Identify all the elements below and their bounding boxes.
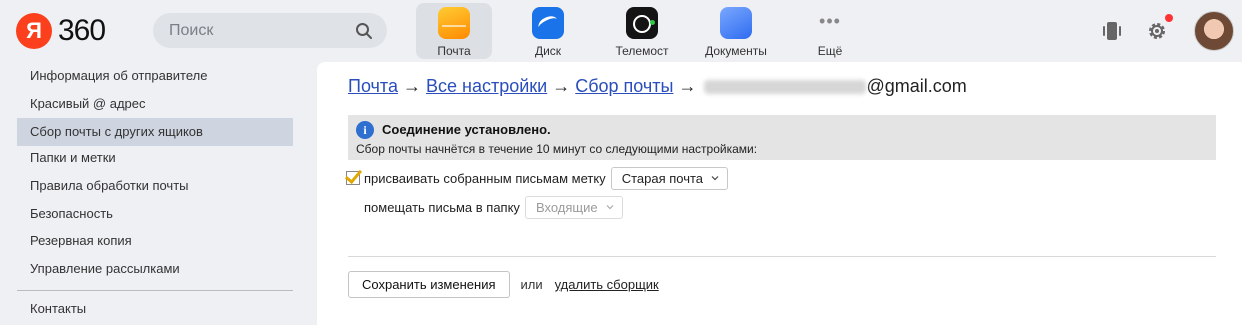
search-box[interactable] bbox=[153, 13, 387, 48]
avatar[interactable] bbox=[1194, 11, 1234, 51]
folder-setting-row: помещать письма в папку Входящие bbox=[364, 195, 623, 219]
breadcrumb-arrow: → bbox=[678, 76, 697, 96]
search-input[interactable] bbox=[169, 21, 349, 40]
folder-select-value: Входящие bbox=[535, 199, 598, 215]
label-select[interactable]: Старая почта bbox=[610, 166, 729, 190]
sidebar-item-backup[interactable]: Резервная копия bbox=[17, 227, 293, 255]
notice-text: Сбор почты начнётся в течение 10 минут с… bbox=[356, 142, 758, 156]
app-telemost[interactable]: Телемост bbox=[604, 3, 680, 59]
app-mail[interactable]: Почта bbox=[416, 3, 492, 59]
label-select-value: Старая почта bbox=[621, 170, 704, 186]
sidebar-item-security[interactable]: Безопасность bbox=[17, 200, 293, 228]
main-panel: Почта → Все настройки → Сбор почты → @gmail.co… bbox=[317, 62, 1242, 325]
sidebar-item-sender-info[interactable]: Информация об отправителе bbox=[17, 62, 293, 90]
top-header: Я 360 Почта Диск Телемост Документы ••• … bbox=[0, 0, 1242, 62]
app-label: Документы bbox=[705, 44, 767, 58]
documents-icon bbox=[720, 7, 752, 39]
folder-select[interactable]: Входящие bbox=[524, 195, 623, 219]
logo-text: 360 bbox=[58, 14, 106, 47]
status-notice: i Соединение установлено. Сбор почты нач… bbox=[348, 115, 1216, 160]
assign-label-checkbox[interactable] bbox=[346, 171, 360, 185]
app-more[interactable]: ••• Ещё bbox=[792, 3, 868, 59]
breadcrumb: Почта → Все настройки → Сбор почты → @gmail.co… bbox=[348, 76, 967, 97]
app-documents[interactable]: Документы bbox=[698, 3, 774, 59]
folder-option-text: помещать письма в папку bbox=[364, 199, 520, 215]
breadcrumb-collection-link[interactable]: Сбор почты bbox=[575, 76, 673, 96]
app-label: Ещё bbox=[817, 44, 843, 58]
breadcrumb-arrow: → bbox=[402, 76, 421, 96]
app-label: Почта bbox=[437, 44, 471, 58]
app-disk[interactable]: Диск bbox=[510, 3, 586, 59]
gear-icon[interactable] bbox=[1146, 20, 1168, 42]
sidebar-item-subscriptions[interactable]: Управление рассылками bbox=[17, 255, 293, 283]
sidebar-item-mail-rules[interactable]: Правила обработки почты bbox=[17, 172, 293, 200]
info-icon: i bbox=[356, 121, 374, 139]
assign-label-text: присваивать собранным письмам метку bbox=[364, 170, 606, 186]
label-setting-row: присваивать собранным письмам метку Стар… bbox=[346, 166, 729, 190]
email-domain: @gmail.com bbox=[866, 76, 967, 96]
sidebar-item-beautiful-address[interactable]: Красивый @ адрес bbox=[17, 90, 293, 118]
more-dots-icon: ••• bbox=[819, 11, 841, 31]
chevron-down-icon bbox=[606, 205, 614, 210]
breadcrumb-all-settings-link[interactable]: Все настройки bbox=[426, 76, 547, 96]
notice-title: Соединение установлено. bbox=[382, 122, 551, 137]
phone-icon[interactable] bbox=[1102, 21, 1122, 41]
telemost-icon bbox=[626, 7, 658, 39]
search-icon[interactable] bbox=[355, 22, 373, 40]
sidebar-divider bbox=[17, 290, 293, 291]
app-label: Диск bbox=[534, 44, 562, 58]
settings-sidebar: Информация об отправителе Красивый @ адр… bbox=[0, 62, 300, 325]
delete-collector-link[interactable]: удалить сборщик bbox=[555, 277, 659, 292]
redacted-email bbox=[704, 80, 867, 95]
yandex-logo-icon: Я bbox=[16, 13, 52, 49]
app-label: Телемост bbox=[615, 44, 669, 58]
form-actions: Сохранить изменения или удалить сборщик bbox=[348, 271, 659, 298]
disk-icon bbox=[532, 7, 564, 39]
app-switcher: Почта Диск Телемост Документы ••• Ещё bbox=[416, 3, 886, 59]
or-text: или bbox=[520, 277, 543, 292]
breadcrumb-mail-link[interactable]: Почта bbox=[348, 76, 398, 96]
breadcrumb-arrow: → bbox=[552, 76, 571, 96]
sidebar-item-mail-collection[interactable]: Сбор почты с других ящиков bbox=[17, 118, 293, 146]
notification-dot bbox=[1165, 14, 1173, 22]
sidebar-item-folders-labels[interactable]: Папки и метки bbox=[17, 144, 293, 172]
yandex-360-logo[interactable]: Я 360 bbox=[16, 13, 106, 49]
sidebar-item-contacts[interactable]: Контакты bbox=[17, 295, 293, 323]
mail-icon bbox=[438, 7, 470, 39]
chevron-down-icon bbox=[711, 176, 719, 181]
save-changes-button[interactable]: Сохранить изменения bbox=[348, 271, 510, 298]
divider bbox=[348, 256, 1216, 257]
